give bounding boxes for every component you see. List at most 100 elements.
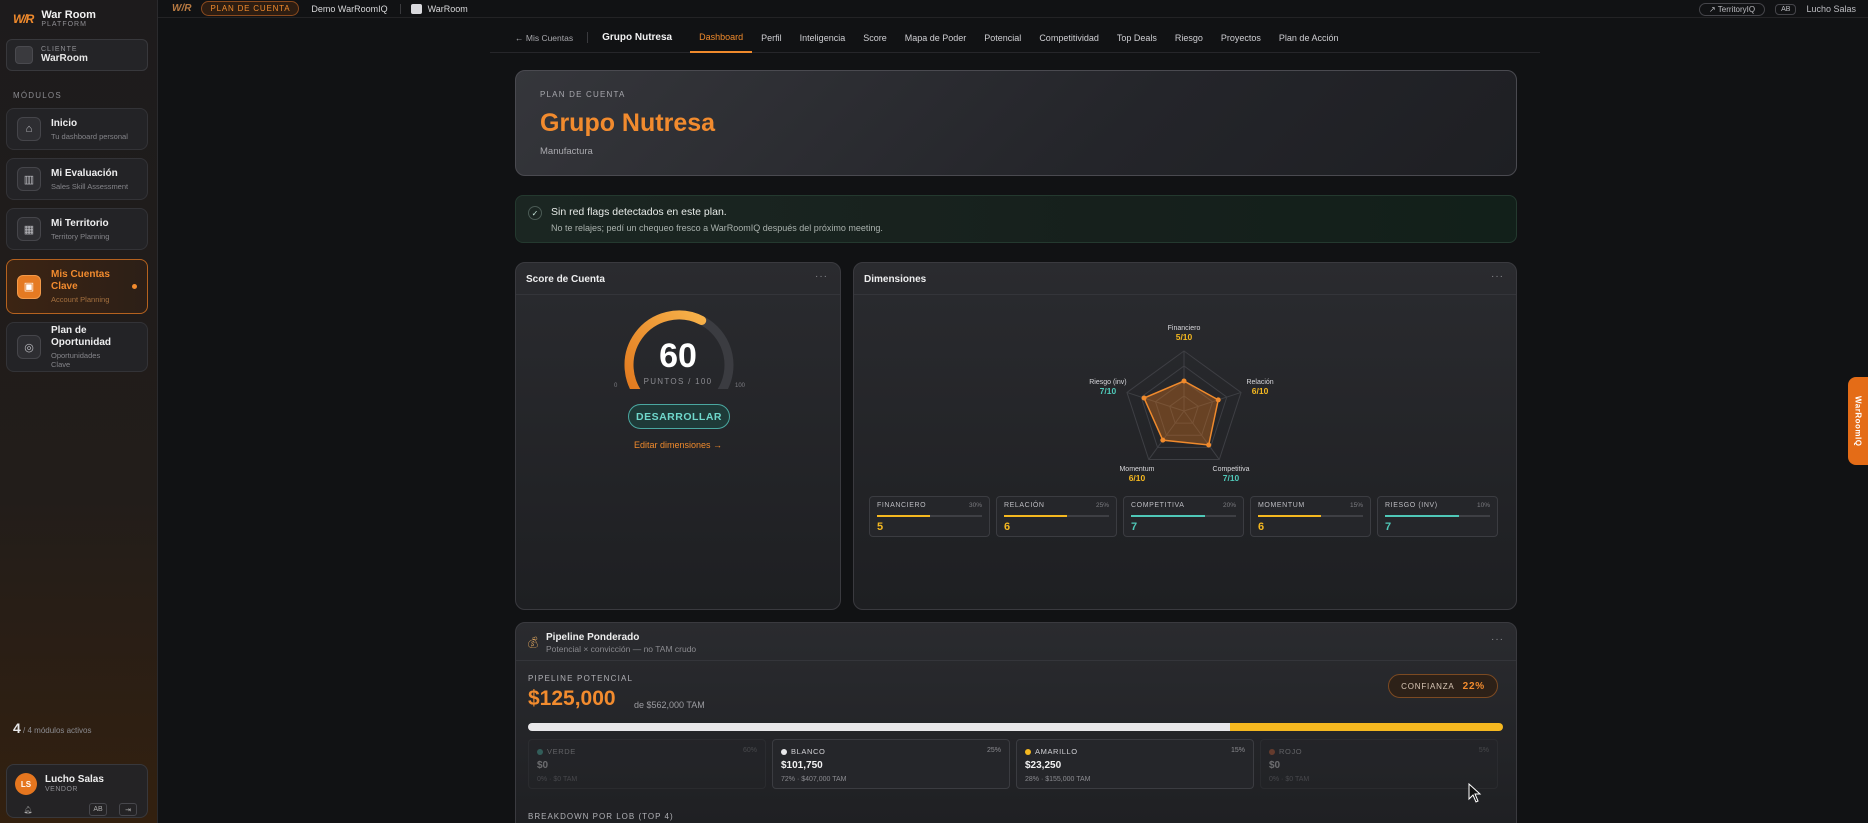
dimension-name: RELACIÓN (1004, 502, 1045, 509)
warroomiq-side-tab[interactable]: WarRoomIQ (1848, 377, 1868, 465)
dimension-fill (1385, 515, 1459, 517)
module-count-text: / 4 módulos activos (23, 726, 92, 735)
dimension-box-momentum: MOMENTUM 15% 6 (1250, 496, 1371, 537)
dimension-name: RIESGO (INV) (1385, 502, 1438, 509)
topbar-user-name[interactable]: Lucho Salas (1806, 4, 1856, 14)
sidebar-item-inicio[interactable]: ⌂ Inicio Tu dashboard personal (6, 108, 148, 150)
segment-dot-icon (537, 749, 543, 755)
sidebar-item-sub: Tu dashboard personal (51, 131, 128, 141)
money-bag-icon: 💰︎ (526, 637, 540, 649)
sidebar-item-cuentas-clave[interactable]: ▣ Mis Cuentas Clave Account Planning (6, 259, 148, 314)
dimension-fill (1131, 515, 1205, 517)
sidebar-item-sub: Oportunidades Clave (51, 351, 101, 369)
sidebar-item-oportunidad[interactable]: ◎ Plan de Oportunidad Oportunidades Clave (6, 322, 148, 372)
dimension-value: 6 (1004, 521, 1011, 533)
radar-axis-value: 5/10 (1176, 332, 1193, 342)
workspace-name[interactable]: WarRoom (428, 4, 468, 14)
tab-dashboard[interactable]: Dashboard (690, 23, 753, 53)
tab-competitividad[interactable]: Competitividad (1030, 23, 1108, 53)
tab-mapa-de-poder[interactable]: Mapa de Poder (896, 23, 976, 53)
active-dot-icon (132, 284, 137, 289)
topbar-logo-icon[interactable]: W/R (172, 3, 191, 14)
user-card: LS Lucho Salas VENDOR 🔔︎ AB ⇥ (6, 764, 148, 818)
dimension-track (877, 515, 982, 517)
dimension-weight: 25% (1095, 502, 1109, 509)
client-selector[interactable]: CLIENTE WarRoom (6, 39, 148, 71)
tab-potencial[interactable]: Potencial (975, 23, 1030, 53)
pipeline-bar (528, 723, 1503, 731)
tab-score[interactable]: Score (854, 23, 896, 53)
dimension-weight: 30% (968, 502, 982, 509)
user-role: VENDOR (45, 786, 78, 793)
score-card: Score de Cuenta ··· 0 100 60 PUNTOS / 10… (515, 262, 841, 610)
dimension-name: COMPETITIVA (1131, 502, 1185, 509)
dimension-value: 7 (1385, 521, 1392, 533)
sidebar-item-title: Mi Evaluación (51, 167, 118, 179)
brand[interactable]: W/R War Room PLATFORM (13, 9, 96, 29)
segment-pct: 60% (742, 747, 757, 754)
dimension-track (1004, 515, 1109, 517)
segment-dot-icon (781, 749, 787, 755)
segment-sub: 0% · $0 TAM (537, 776, 578, 783)
more-icon[interactable]: ··· (1491, 634, 1504, 645)
avatar[interactable]: LS (15, 773, 37, 795)
tab-top-deals[interactable]: Top Deals (1108, 23, 1166, 53)
segment-amarillo: AMARILLO 15% $23,250 28% · $155,000 TAM (1016, 739, 1254, 789)
chart-icon: ▥ (17, 167, 41, 191)
radar-value-point (1206, 442, 1212, 448)
segment-value: $23,250 (1025, 760, 1062, 771)
user-name: Lucho Salas (45, 774, 104, 785)
sidebar-item-evaluacion[interactable]: ▥ Mi Evaluación Sales Skill Assessment (6, 158, 148, 200)
brand-sub: PLATFORM (41, 21, 87, 28)
sidebar-item-title: Plan de Oportunidad (51, 325, 111, 348)
pipeline-bar-segment (528, 723, 1230, 731)
dimensions-card-title: Dimensiones (864, 274, 927, 285)
red-flags-banner: ✓ Sin red flags detectados en este plan.… (515, 195, 1517, 243)
check-icon: ✓ (528, 206, 542, 220)
module-count-number: 4 (13, 720, 21, 736)
dimension-track (1258, 515, 1363, 517)
radar-axis-value: 7/10 (1223, 473, 1240, 483)
sidebar-item-sub: Account Planning (51, 295, 110, 304)
account-hero: PLAN DE CUENTA Grupo Nutresa Manufactura (515, 70, 1517, 176)
pipeline-tam: de $562,000 TAM (634, 700, 705, 710)
brand-name: War Room (41, 9, 96, 21)
more-icon[interactable]: ··· (815, 271, 828, 282)
user-badge-button[interactable]: AB (89, 803, 107, 816)
segment-rojo: ROJO 5% $0 0% · $0 TAM (1260, 739, 1498, 789)
sidebar-item-title: Mis Cuentas Clave (51, 269, 110, 292)
segment-dot-icon (1025, 749, 1031, 755)
dimension-weight: 15% (1349, 502, 1363, 509)
more-icon[interactable]: ··· (1491, 271, 1504, 282)
score-value: 60 (659, 337, 697, 375)
dimension-box-relacion: RELACIÓN 25% 6 (996, 496, 1117, 537)
user-badge-topbar[interactable]: AB (1775, 3, 1797, 15)
topbar-divider (399, 3, 401, 14)
tab-perfil[interactable]: Perfil (752, 23, 791, 53)
segment-value: $101,750 (781, 760, 823, 771)
confidence-value: 22% (1462, 680, 1485, 692)
radar-axis-value: 6/10 (1252, 386, 1269, 396)
radar-axis-value: 6/10 (1129, 473, 1146, 483)
territoryiq-button[interactable]: ↗ TerritoryIQ (1698, 2, 1766, 16)
sidebar-item-territorio[interactable]: ▦ Mi Territorio Territory Planning (6, 208, 148, 250)
segment-value: $0 (537, 760, 549, 771)
logout-icon[interactable]: ⇥ (119, 803, 137, 816)
segment-pct: 15% (1230, 747, 1245, 754)
demo-label: Demo WarRoomIQ (311, 3, 388, 14)
module-pill[interactable]: PLAN DE CUENTA (201, 1, 300, 16)
status-badge[interactable]: DESARROLLAR (628, 404, 730, 429)
topbar-right: ↗ TerritoryIQ AB Lucho Salas (1698, 0, 1856, 18)
back-link[interactable]: ← Mis Cuentas (515, 33, 573, 43)
tab-plan-de-accion[interactable]: Plan de Acción (1270, 23, 1348, 53)
edit-dimensions-link[interactable]: Editar dimensiones → (516, 440, 840, 450)
score-card-title: Score de Cuenta (526, 274, 605, 285)
tab-riesgo[interactable]: Riesgo (1166, 23, 1212, 53)
tab-inteligencia[interactable]: Inteligencia (791, 23, 855, 53)
dimension-track (1385, 515, 1490, 517)
mouse-cursor-icon (1468, 783, 1482, 803)
score-card-header: Score de Cuenta ··· (516, 263, 840, 295)
tab-proyectos[interactable]: Proyectos (1212, 23, 1270, 53)
account-title: Grupo Nutresa (587, 32, 672, 43)
bell-icon[interactable]: 🔔︎ (19, 803, 37, 816)
